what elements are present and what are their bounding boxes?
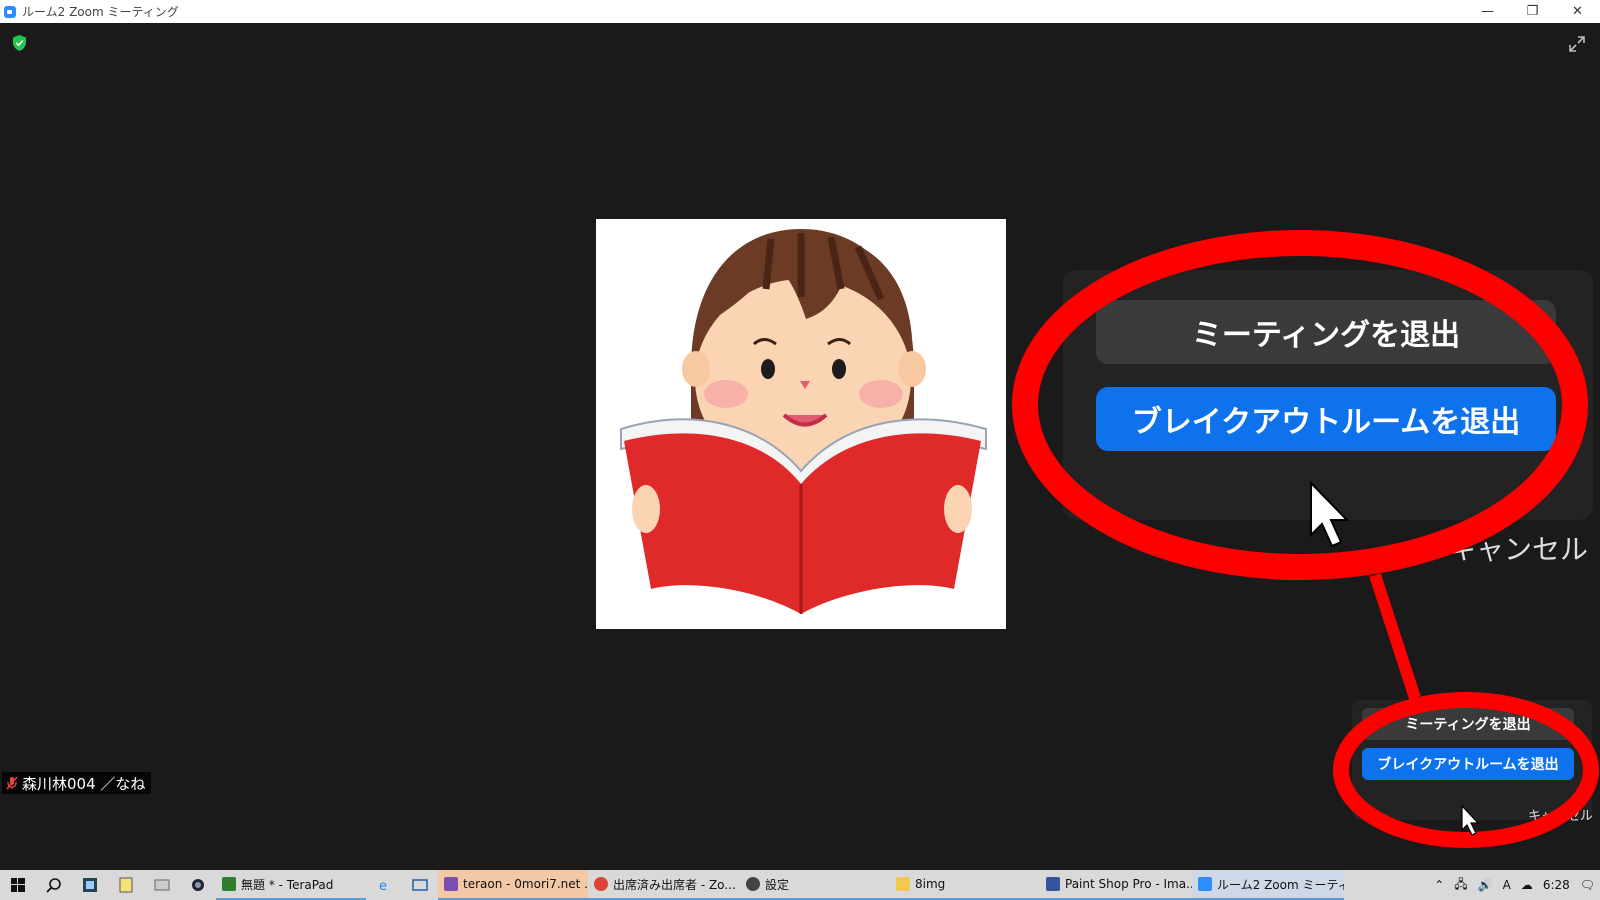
cancel-link-zoomed[interactable]: キャンセル (1448, 528, 1588, 568)
participant-video-tile (596, 219, 1006, 629)
taskbar-task-teraon[interactable]: teraon - 0mori7.net ... (438, 870, 588, 900)
pinned-app-ie[interactable]: e (366, 870, 402, 900)
zoom-app-icon (4, 5, 16, 18)
security-shield-icon[interactable] (12, 35, 27, 51)
participant-name: 森川林004 ／なね (22, 774, 146, 793)
taskbar-task-terapad[interactable]: 無題 * - TeraPad (216, 870, 366, 900)
pinned-app-window[interactable] (402, 870, 438, 900)
task-label: 出席済み出席者 - Zo... (613, 877, 736, 892)
leave-breakout-button[interactable]: ブレイクアウトルームを退出 (1362, 748, 1574, 780)
task-label: 無題 * - TeraPad (241, 877, 334, 892)
clock[interactable]: 6:28 (1538, 878, 1575, 892)
ie-icon: e (379, 879, 387, 893)
close-button[interactable]: ✕ (1555, 0, 1600, 23)
system-tray: ⌃ 🖧 🔊 A ☁ 6:28 🗨 (1429, 870, 1600, 900)
muted-mic-icon (6, 776, 18, 790)
girl-reading-book-image (620, 229, 987, 614)
zoom-icon (1198, 877, 1212, 891)
chevron-up-icon[interactable]: ⌃ (1429, 878, 1449, 892)
leave-meeting-button[interactable]: ミーティングを退出 (1362, 708, 1574, 740)
task-label: Paint Shop Pro - Ima... (1065, 877, 1192, 891)
search-button[interactable] (36, 870, 72, 900)
pinned-app-3[interactable] (144, 870, 180, 900)
participant-name-tag: 森川林004 ／なね (2, 772, 152, 794)
task-label: 設定 (765, 877, 790, 892)
window-titlebar: ルーム2 Zoom ミーティング — ❐ ✕ (0, 0, 1600, 23)
start-button[interactable] (0, 870, 36, 900)
windows-logo-icon (11, 878, 25, 892)
taskbar-task-8img[interactable]: 8img (890, 870, 1040, 900)
taskbar-task-settings[interactable]: 設定 (740, 870, 890, 900)
volume-icon[interactable]: 🔊 (1473, 878, 1498, 892)
camera-app-icon (192, 879, 204, 891)
leave-meeting-button-zoomed[interactable]: ミーティングを退出 (1096, 300, 1556, 364)
paint-icon (1046, 877, 1060, 891)
notepad-app-icon (119, 877, 133, 893)
folder-icon (896, 877, 910, 891)
cancel-link[interactable]: キャンセル (1528, 805, 1593, 824)
taskbar-task-zoom[interactable]: ルーム2 Zoom ミーティ... (1192, 870, 1344, 900)
taskbar-task-chrome[interactable]: 出席済み出席者 - Zo... (588, 870, 740, 900)
terapad-icon (222, 877, 236, 891)
notification-icon[interactable]: 🗨 (1575, 878, 1600, 892)
pinned-app-4[interactable] (180, 870, 216, 900)
task-label: teraon - 0mori7.net ... (463, 877, 588, 891)
restore-button[interactable]: ❐ (1510, 0, 1555, 23)
window-app-icon (412, 879, 428, 891)
network-icon[interactable]: 🖧 (1449, 875, 1472, 896)
taskbar-task-paintshop[interactable]: Paint Shop Pro - Ima... (1040, 870, 1192, 900)
gear-icon (746, 877, 760, 891)
windows-taskbar: 無題 * - TeraPad e teraon - 0mori7.net ...… (0, 870, 1600, 900)
ime-indicator[interactable]: A (1498, 878, 1516, 892)
pinned-app-1[interactable] (72, 870, 108, 900)
task-label: ルーム2 Zoom ミーティ... (1217, 877, 1344, 892)
leave-breakout-button-zoomed[interactable]: ブレイクアウトルームを退出 (1096, 387, 1556, 451)
minimize-button[interactable]: — (1465, 0, 1510, 23)
grid-app-icon (83, 878, 97, 892)
app-icon (444, 877, 458, 891)
fullscreen-icon[interactable] (1568, 35, 1586, 53)
svg-text:e: e (379, 879, 387, 893)
chrome-icon (594, 877, 608, 891)
pinned-app-2[interactable] (108, 870, 144, 900)
window-title: ルーム2 Zoom ミーティング (22, 5, 179, 19)
network-app-icon (154, 879, 170, 891)
window-controls: — ❐ ✕ (1465, 0, 1600, 23)
search-icon (46, 878, 61, 893)
onedrive-icon[interactable]: ☁ (1516, 878, 1538, 892)
task-label: 8img (915, 877, 946, 891)
